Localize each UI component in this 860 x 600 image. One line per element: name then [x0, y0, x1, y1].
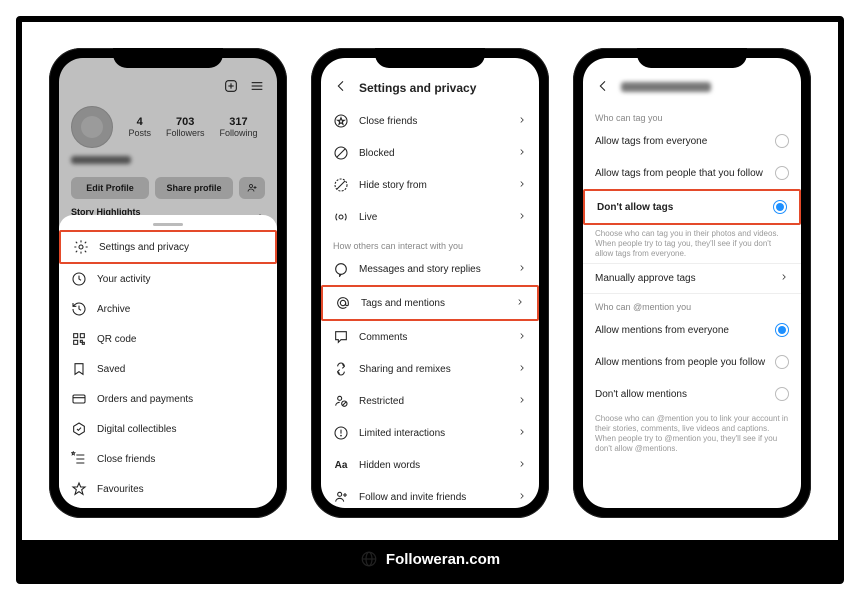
chevron-right-icon [517, 115, 527, 128]
restricted-icon [333, 393, 349, 409]
section-who-tag: Who can tag you [583, 105, 801, 125]
blocked-icon [333, 145, 349, 161]
row-sharing-remixes[interactable]: Sharing and remixes [321, 353, 539, 385]
mention-option-everyone[interactable]: Allow mentions from everyone [583, 314, 801, 346]
hidden-words-icon: Aa [333, 457, 349, 473]
menu-settings-privacy[interactable]: Settings and privacy [59, 230, 277, 264]
menu-qr-code[interactable]: QR code [59, 324, 277, 354]
row-hidden-words[interactable]: AaHidden words [321, 449, 539, 481]
menu-saved[interactable]: Saved [59, 354, 277, 384]
card-icon [71, 391, 87, 407]
row-restricted[interactable]: Restricted [321, 385, 539, 417]
phone-settings-privacy: Settings and privacy Close friends Block… [311, 48, 549, 518]
back-arrow-icon[interactable] [595, 78, 611, 97]
row-live[interactable]: Live [321, 201, 539, 233]
messages-icon [333, 261, 349, 277]
menu-your-activity[interactable]: Your activity [59, 264, 277, 294]
gear-icon [73, 239, 89, 255]
hexagon-check-icon [71, 421, 87, 437]
tag-option-everyone[interactable]: Allow tags from everyone [583, 125, 801, 157]
star-circle-icon [333, 113, 349, 129]
menu-digital-collectibles[interactable]: Digital collectibles [59, 414, 277, 444]
comment-icon [333, 329, 349, 345]
phone-tags-mentions: Who can tag you Allow tags from everyone… [573, 48, 811, 518]
mention-desc: Choose who can @mention you to link your… [583, 410, 801, 458]
bookmark-icon [71, 361, 87, 377]
phone-profile: 4Posts 703Followers 317Following Edit Pr… [49, 48, 287, 518]
menu-favourites[interactable]: Favourites [59, 474, 277, 504]
at-icon [335, 295, 351, 311]
hide-story-icon [333, 177, 349, 193]
radio-icon [775, 387, 789, 401]
section-who-mention: Who can @mention you [583, 294, 801, 314]
star-icon [71, 481, 87, 497]
share-icon [333, 361, 349, 377]
star-list-icon [71, 451, 87, 467]
stat-posts[interactable]: 4Posts [128, 116, 151, 138]
manually-approve-tags[interactable]: Manually approve tags [583, 263, 801, 294]
archive-icon [71, 301, 87, 317]
row-limited[interactable]: Limited interactions [321, 417, 539, 449]
tag-option-none[interactable]: Don't allow tags [583, 189, 801, 225]
section-interact: How others can interact with you [321, 233, 539, 253]
hamburger-menu-icon[interactable] [249, 78, 265, 94]
tag-option-following[interactable]: Allow tags from people that you follow [583, 157, 801, 189]
radio-icon [773, 200, 787, 214]
back-arrow-icon[interactable] [333, 78, 349, 97]
radio-icon [775, 166, 789, 180]
create-post-icon[interactable] [223, 78, 239, 94]
stat-followers[interactable]: 703Followers [166, 116, 205, 138]
chevron-right-icon [779, 272, 789, 285]
radio-icon [775, 355, 789, 369]
menu-archive[interactable]: Archive [59, 294, 277, 324]
warning-icon [333, 425, 349, 441]
mention-option-none[interactable]: Don't allow mentions [583, 378, 801, 410]
row-comments[interactable]: Comments [321, 321, 539, 353]
tag-desc: Choose who can tag you in their photos a… [583, 225, 801, 263]
row-blocked[interactable]: Blocked [321, 137, 539, 169]
activity-icon [71, 271, 87, 287]
row-hide-story[interactable]: Hide story from [321, 169, 539, 201]
page-title: Settings and privacy [359, 81, 476, 95]
stat-following[interactable]: 317Following [219, 116, 257, 138]
row-follow-invite[interactable]: Follow and invite friends [321, 481, 539, 508]
profile-menu-sheet: Settings and privacy Your activity Archi… [59, 215, 277, 508]
mention-option-following[interactable]: Allow mentions from people you follow [583, 346, 801, 378]
edit-profile-button[interactable]: Edit Profile [71, 177, 149, 199]
globe-icon [360, 550, 378, 568]
menu-orders-payments[interactable]: Orders and payments [59, 384, 277, 414]
row-messages[interactable]: Messages and story replies [321, 253, 539, 285]
live-icon [333, 209, 349, 225]
row-close-friends[interactable]: Close friends [321, 105, 539, 137]
page-title-masked [621, 81, 711, 95]
radio-icon [775, 323, 789, 337]
row-tags-mentions[interactable]: Tags and mentions [321, 285, 539, 321]
qr-code-icon [71, 331, 87, 347]
add-friend-icon[interactable] [239, 177, 265, 199]
add-person-icon [333, 489, 349, 505]
avatar[interactable] [71, 106, 113, 148]
footer-branding: Followeran.com [22, 540, 838, 578]
menu-close-friends[interactable]: Close friends [59, 444, 277, 474]
share-profile-button[interactable]: Share profile [155, 177, 233, 199]
radio-icon [775, 134, 789, 148]
